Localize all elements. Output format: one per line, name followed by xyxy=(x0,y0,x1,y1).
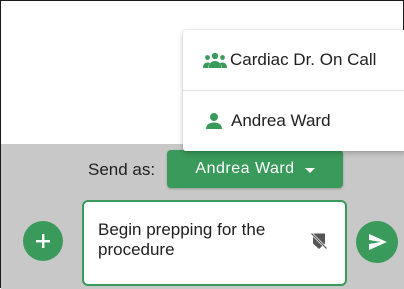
sender-menu-item-andrea-ward[interactable]: Andrea Ward xyxy=(183,91,404,151)
sender-menu-item-label: Andrea Ward xyxy=(231,111,331,130)
send-icon xyxy=(369,234,387,250)
send-button[interactable] xyxy=(356,221,398,263)
send-as-label: Send as: xyxy=(88,160,156,179)
person-icon xyxy=(206,113,222,129)
sender-select-button[interactable]: Andrea Ward xyxy=(167,150,343,188)
visibility-off-icon[interactable] xyxy=(310,232,328,250)
caret-down-icon xyxy=(304,167,315,173)
add-attachment-button[interactable] xyxy=(23,221,63,261)
sender-menu: Cardiac Dr. On Call Andrea Ward xyxy=(183,30,404,151)
message-text: Begin prepping for the procedure xyxy=(98,220,266,259)
group-icon xyxy=(203,52,227,68)
plus-icon xyxy=(36,234,50,248)
sender-menu-item-label: Cardiac Dr. On Call xyxy=(230,50,377,69)
message-input[interactable]: Begin prepping for the procedure xyxy=(82,200,347,286)
sender-menu-item-cardiac-dr-on-call[interactable]: Cardiac Dr. On Call xyxy=(183,30,404,90)
sender-select-value: Andrea Ward xyxy=(195,160,295,177)
